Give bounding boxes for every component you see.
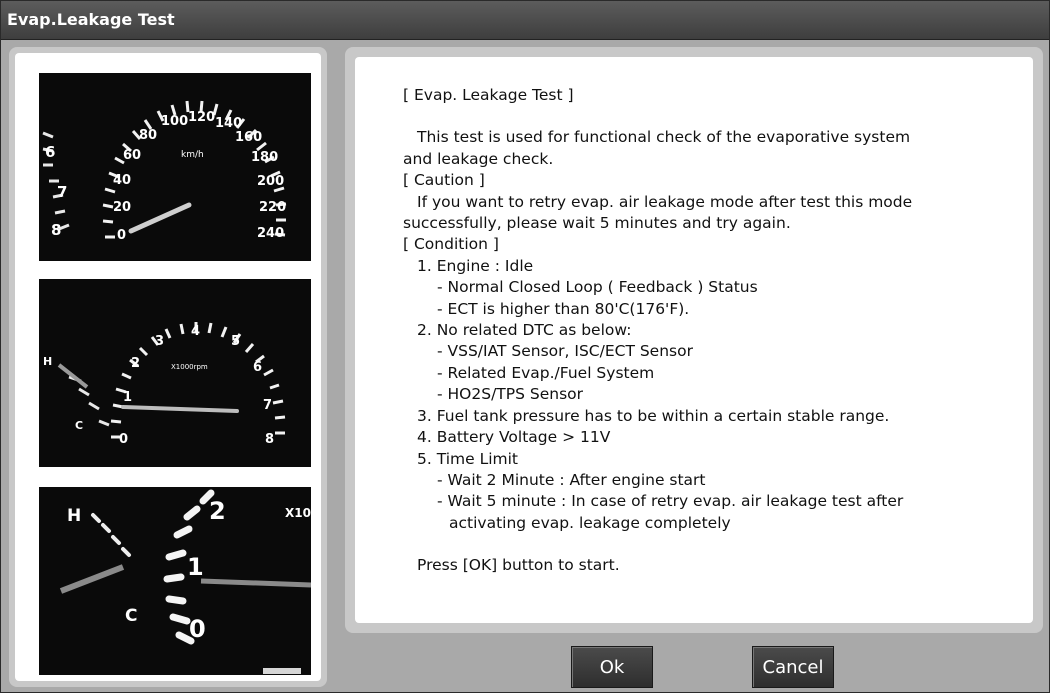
speedo-tick-7: 7 — [57, 183, 67, 201]
condition-item: 2. No related DTC as below: — [417, 321, 632, 340]
speedo-tick-20: 20 — [113, 200, 131, 215]
speedo-tick-220: 220 — [259, 200, 286, 215]
speedo-tick-40: 40 — [113, 173, 131, 188]
tacho-tick-4: 4 — [191, 324, 200, 339]
condition-subitem: - HO2S/TPS Sensor — [437, 385, 584, 404]
condition-item: 1. Engine : Idle — [417, 256, 534, 275]
condition-header: [ Condition ] — [403, 235, 499, 254]
speedo-tick-160: 160 — [235, 130, 262, 145]
speedo-tick-200: 200 — [257, 174, 284, 189]
condition-subitem: - VSS/IAT Sensor, ISC/ECT Sensor — [437, 342, 693, 361]
title-bar: Evap.Leakage Test — [1, 1, 1049, 40]
gauge-image-panel-inner: 6 7 8 20 40 60 80 100 120 140 160 180 20… — [15, 53, 321, 681]
gauge-image-panel: 6 7 8 20 40 60 80 100 120 140 160 180 20… — [9, 47, 327, 687]
speedo-tick-6: 6 — [45, 143, 55, 161]
tachometer-image: H C 0 1 2 3 4 5 6 7 8 X1000rpm — [39, 279, 311, 467]
caution-line: successfully, please wait 5 minutes and … — [403, 214, 791, 233]
condition-subitem: - ECT is higher than 80'C(176'F). — [437, 299, 690, 318]
condition-subitem: - Wait 5 minute : In case of retry evap.… — [437, 492, 904, 511]
ok-button[interactable]: Ok — [571, 646, 653, 688]
tacho-tick-1: 1 — [123, 390, 132, 405]
tacho-tick-2: 2 — [131, 356, 140, 371]
tacho-unit: X1000rpm — [171, 363, 208, 371]
instructions-title: [ Evap. Leakage Test ] — [403, 86, 574, 104]
speedo-tick-0: 0 — [117, 228, 126, 243]
speedo-tick-180: 180 — [251, 150, 278, 165]
speedo-tick-60: 60 — [123, 148, 141, 163]
temp-unit-partial: X10 — [285, 506, 311, 520]
speedo-tick-80: 80 — [139, 128, 157, 143]
tacho-tick-8: 8 — [265, 432, 274, 447]
instructions-panel: [ Evap. Leakage Test ] This test is used… — [345, 47, 1043, 633]
temp-tick-0: 0 — [189, 615, 206, 643]
condition-item: 4. Battery Voltage > 11V — [417, 428, 611, 447]
condition-subitem: - Related Evap./Fuel System — [437, 363, 655, 382]
tacho-tick-0: 0 — [119, 432, 128, 447]
speedo-tick-120: 120 — [188, 110, 215, 125]
condition-subitem: - Normal Closed Loop ( Feedback ) Status — [437, 278, 758, 297]
tacho-tick-3: 3 — [155, 334, 164, 349]
speedo-tick-100: 100 — [161, 114, 188, 129]
caution-header: [ Caution ] — [403, 171, 485, 190]
speedo-tick-8: 8 — [51, 221, 61, 239]
speedo-tick-240: 240 — [257, 226, 284, 241]
temp-tick-1: 1 — [187, 553, 204, 581]
instructions-panel-inner: [ Evap. Leakage Test ] This test is used… — [355, 57, 1033, 623]
temp-tick-2: 2 — [209, 497, 226, 525]
temperature-gauge-image: H C 2 1 0 X10 — [39, 487, 311, 675]
temp-low-label: C — [125, 606, 137, 626]
start-prompt: Press [OK] button to start. — [417, 556, 620, 575]
condition-item: 5. Time Limit — [417, 449, 518, 468]
intro-line: and leakage check. — [403, 149, 554, 168]
condition-subitem: - Wait 2 Minute : After engine start — [437, 470, 706, 489]
tacho-tick-5: 5 — [231, 334, 240, 349]
cancel-button[interactable]: Cancel — [752, 646, 834, 688]
tacho-tick-6: 6 — [253, 360, 262, 375]
speedo-unit: km/h — [181, 150, 204, 160]
temp-high-label: H — [67, 506, 81, 526]
tacho-temp-low: C — [75, 419, 83, 432]
condition-item: 3. Fuel tank pressure has to be within a… — [417, 406, 890, 425]
speedo-tick-140: 140 — [215, 116, 242, 131]
intro-line: This test is used for functional check o… — [417, 128, 911, 147]
evap-leakage-test-dialog: Evap.Leakage Test 6 7 8 20 40 60 80 100 … — [0, 0, 1050, 693]
tacho-temp-high: H — [43, 355, 52, 368]
tacho-tick-7: 7 — [263, 398, 272, 413]
window-title: Evap.Leakage Test — [7, 10, 175, 29]
speedometer-image: 6 7 8 20 40 60 80 100 120 140 160 180 20… — [39, 73, 311, 261]
instructions-text: [ Evap. Leakage Test ] This test is used… — [403, 85, 1003, 577]
caution-line: If you want to retry evap. air leakage m… — [417, 192, 913, 211]
condition-subitem-continued: activating evap. leakage completely — [449, 513, 731, 532]
